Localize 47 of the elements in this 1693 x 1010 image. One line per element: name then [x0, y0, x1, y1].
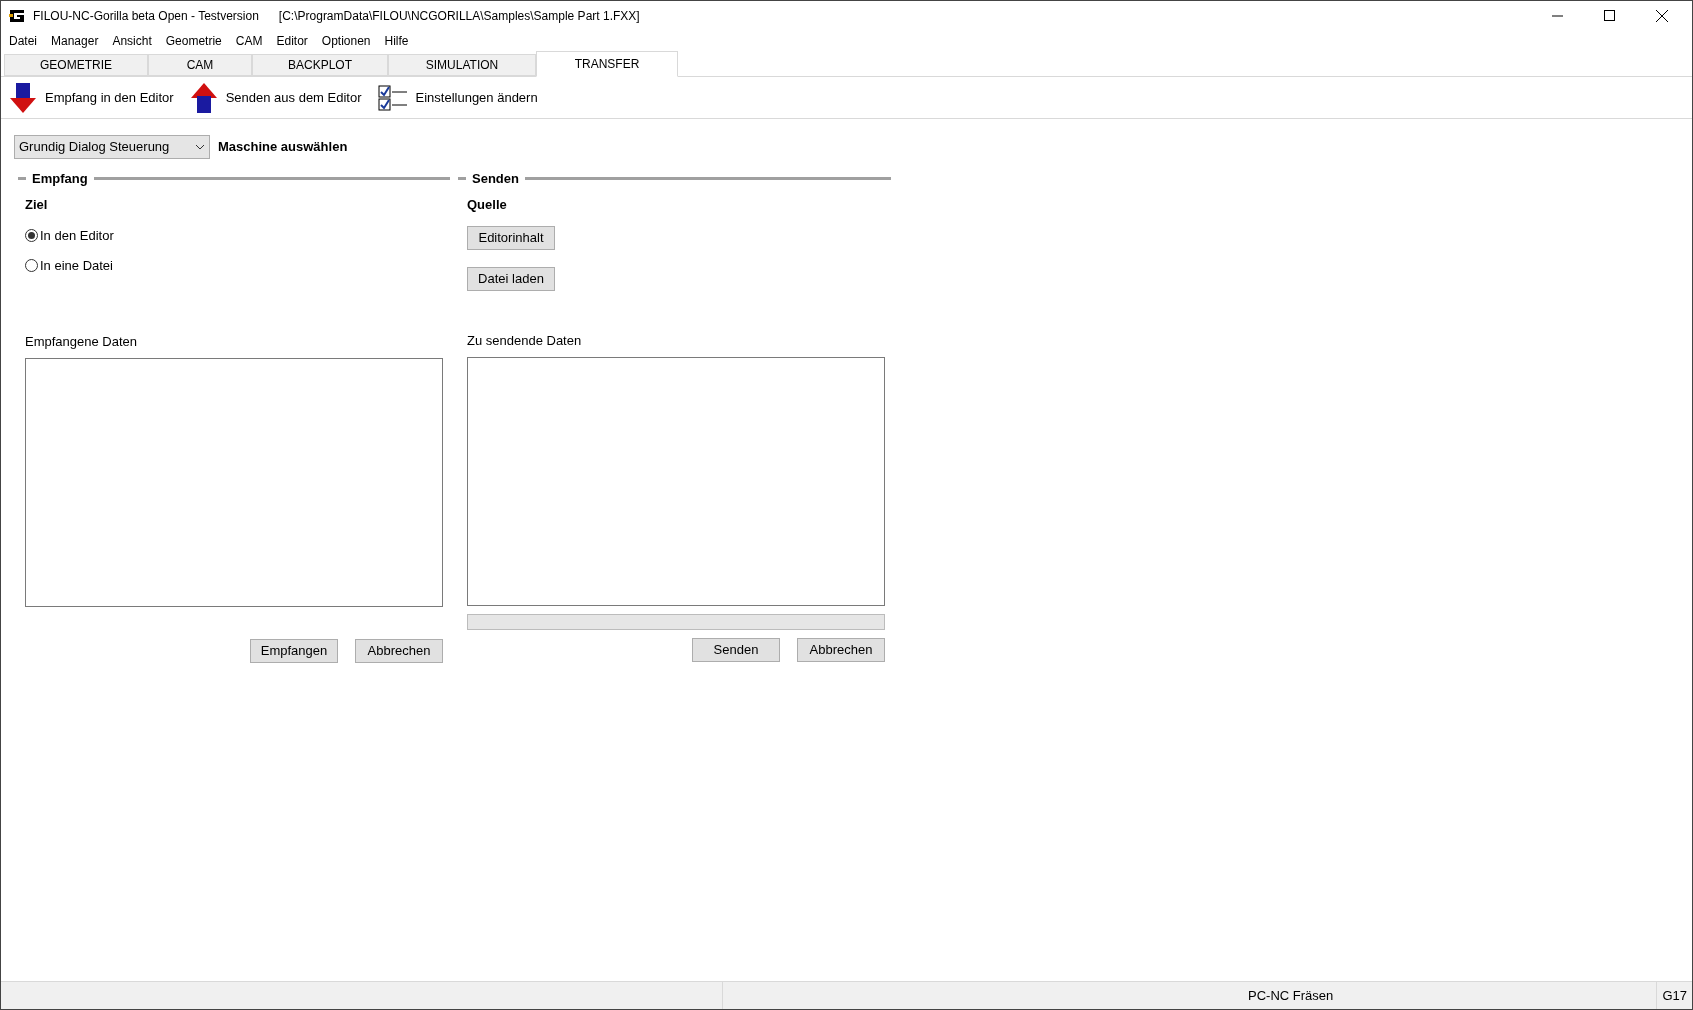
toolbar-button[interactable]: Einstellungen ändern — [415, 87, 538, 108]
send-data-field[interactable] — [467, 356, 885, 606]
status-text: PC-NC Fräsen — [1248, 986, 1334, 1005]
tab[interactable]: BACKPLOT — [252, 54, 388, 76]
machine-dropdown[interactable]: Grundig Dialog Steuerung — [14, 135, 210, 159]
tab[interactable]: GEOMETRIE — [4, 54, 148, 76]
field-label: Empfangene Daten — [25, 333, 139, 351]
section-label: Quelle — [467, 195, 508, 214]
status-text: G17 — [1661, 986, 1688, 1005]
menu-item[interactable]: Editor — [276, 32, 308, 50]
file-path: [C:\ProgramData\FILOU\NCGORILLA\Samples\Sample Part 1.FXX] — [278, 8, 640, 25]
action-button[interactable]: Senden — [692, 637, 780, 662]
menu-item[interactable]: CAM — [235, 32, 263, 50]
source-button[interactable]: Datei laden — [467, 266, 555, 291]
tab[interactable]: CAM — [148, 54, 252, 76]
chevron-down-icon — [195, 144, 205, 150]
action-button[interactable]: Empfangen — [250, 638, 338, 663]
action-button[interactable]: Abbrechen — [355, 638, 443, 663]
source-button[interactable]: Editorinhalt — [467, 225, 555, 250]
download-arrow-icon — [9, 81, 37, 114]
menu-item[interactable]: Manager — [51, 32, 99, 50]
group-title: Empfang — [32, 170, 88, 188]
field-label: Zu sendende Daten — [467, 332, 583, 350]
app-logo-icon — [9, 8, 25, 24]
toolbar-button[interactable]: Senden aus dem Editor — [225, 87, 362, 108]
radio-button[interactable] — [25, 258, 38, 272]
menu-item[interactable]: Datei — [9, 32, 37, 50]
menu-item[interactable]: Optionen — [321, 32, 371, 50]
received-data-field[interactable] — [25, 357, 443, 607]
group-title: Senden — [472, 170, 519, 188]
checklist-icon — [377, 83, 408, 112]
maximize-icon[interactable] — [1604, 10, 1616, 22]
radio-label: In eine Datei — [40, 256, 113, 275]
menu-item[interactable]: Geometrie — [165, 32, 222, 50]
machine-label: Maschine auswählen — [218, 138, 348, 157]
menu-item[interactable]: Ansicht — [112, 32, 152, 50]
action-button[interactable]: Abbrechen — [797, 637, 885, 662]
toolbar-button[interactable]: Empfang in den Editor — [45, 87, 174, 108]
section-label: Ziel — [25, 195, 49, 214]
upload-arrow-icon — [189, 81, 218, 114]
tab[interactable]: SIMULATION — [388, 54, 536, 76]
close-icon[interactable] — [1656, 10, 1668, 22]
window-title: FILOU-NC-Gorilla beta Open - Testversion — [33, 8, 259, 25]
radio-button[interactable] — [25, 229, 38, 243]
menu-item[interactable]: Hilfe — [384, 32, 409, 50]
radio-label: In den Editor — [40, 227, 114, 245]
tab[interactable]: TRANSFER — [536, 51, 678, 77]
